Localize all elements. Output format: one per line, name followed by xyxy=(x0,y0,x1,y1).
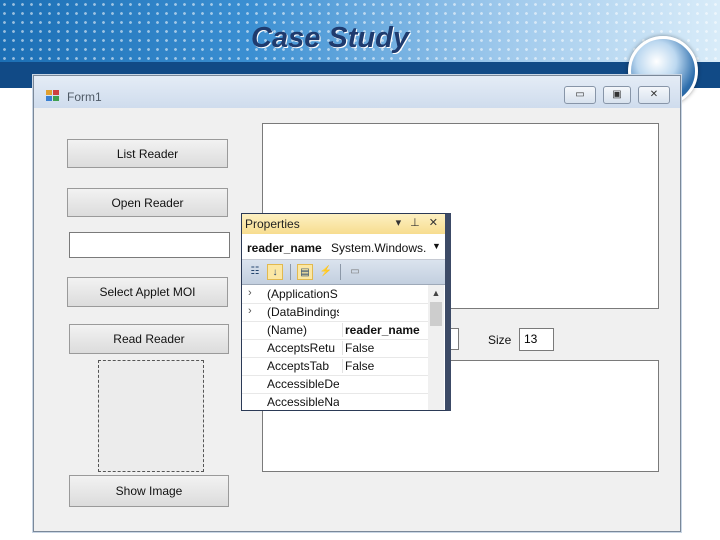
object-type: System.Windows. xyxy=(331,241,427,255)
toolbar-separator xyxy=(340,264,341,280)
minimize-button[interactable]: ▭ xyxy=(564,86,596,104)
select-applet-button[interactable]: Select Applet MOI xyxy=(67,277,228,307)
property-row[interactable]: › (DataBindings xyxy=(242,303,428,322)
size-label: Size xyxy=(488,333,512,347)
properties-title: Properties xyxy=(245,217,300,231)
list-reader-button[interactable]: List Reader xyxy=(67,139,228,168)
property-row[interactable]: AccessibleNa xyxy=(242,393,428,410)
chevron-up-icon[interactable]: ▲ xyxy=(428,285,444,301)
property-value[interactable]: False xyxy=(342,341,431,355)
open-reader-button[interactable]: Open Reader xyxy=(67,188,228,217)
read-reader-button[interactable]: Read Reader xyxy=(69,324,229,354)
property-name: AccessibleDe xyxy=(267,377,339,391)
expand-icon[interactable]: › xyxy=(248,287,258,299)
close-button[interactable]: ✕ xyxy=(638,86,670,104)
property-name: (Name) xyxy=(267,323,308,337)
property-name: AcceptsRetu xyxy=(267,341,336,355)
form-titlebar[interactable]: Form1 ▭ ▣ ✕ xyxy=(34,76,680,108)
form-app-icon xyxy=(46,90,60,102)
properties-scrollbar[interactable]: ▲ xyxy=(428,285,444,410)
property-row[interactable]: (Name) reader_name xyxy=(242,321,428,340)
property-row[interactable]: › (ApplicationS xyxy=(242,285,428,304)
property-row[interactable]: AcceptsRetu False xyxy=(242,339,428,358)
maximize-button[interactable]: ▣ xyxy=(603,86,631,104)
property-name: AccessibleNa xyxy=(267,395,339,409)
properties-header[interactable]: Properties ▾ ⊥ ✕ xyxy=(242,214,445,234)
properties-view-icon[interactable]: ▤ xyxy=(297,264,313,280)
reader-textbox[interactable] xyxy=(69,232,230,258)
object-selector[interactable]: reader_name System.Windows. ▼ xyxy=(242,235,445,260)
events-icon[interactable]: ⚡ xyxy=(318,264,334,280)
property-name: (ApplicationS xyxy=(267,287,338,301)
property-name: (DataBindings xyxy=(267,305,339,319)
expand-icon[interactable]: › xyxy=(248,305,258,317)
scrollbar-thumb[interactable] xyxy=(430,302,442,326)
property-row[interactable]: AccessibleDe xyxy=(242,375,428,394)
properties-window-controls[interactable]: ▾ ⊥ ✕ xyxy=(396,216,441,229)
object-name: reader_name xyxy=(247,241,322,255)
property-name: AcceptsTab xyxy=(267,359,330,373)
size-input[interactable]: 13 xyxy=(519,328,554,351)
slide-title: Case Study xyxy=(251,22,409,54)
property-value[interactable]: reader_name xyxy=(342,323,431,337)
property-grid: › (ApplicationS › (DataBindings (Name) r… xyxy=(242,285,445,410)
toolbar-separator xyxy=(290,264,291,280)
property-row[interactable]: AcceptsTab False xyxy=(242,357,428,376)
image-picturebox xyxy=(98,360,204,472)
categorized-icon[interactable]: ☷ xyxy=(247,264,263,280)
alphabetical-sort-icon[interactable]: ↓ xyxy=(267,264,283,280)
form-title: Form1 xyxy=(67,90,102,104)
show-image-button[interactable]: Show Image xyxy=(69,475,229,507)
properties-panel: Properties ▾ ⊥ ✕ reader_name System.Wind… xyxy=(241,213,451,411)
chevron-down-icon[interactable]: ▼ xyxy=(432,241,441,251)
property-pages-icon[interactable]: ▭ xyxy=(347,264,363,280)
properties-toolbar: ☷ ↓ ▤ ⚡ ▭ xyxy=(242,260,445,285)
property-value[interactable]: False xyxy=(342,359,431,373)
